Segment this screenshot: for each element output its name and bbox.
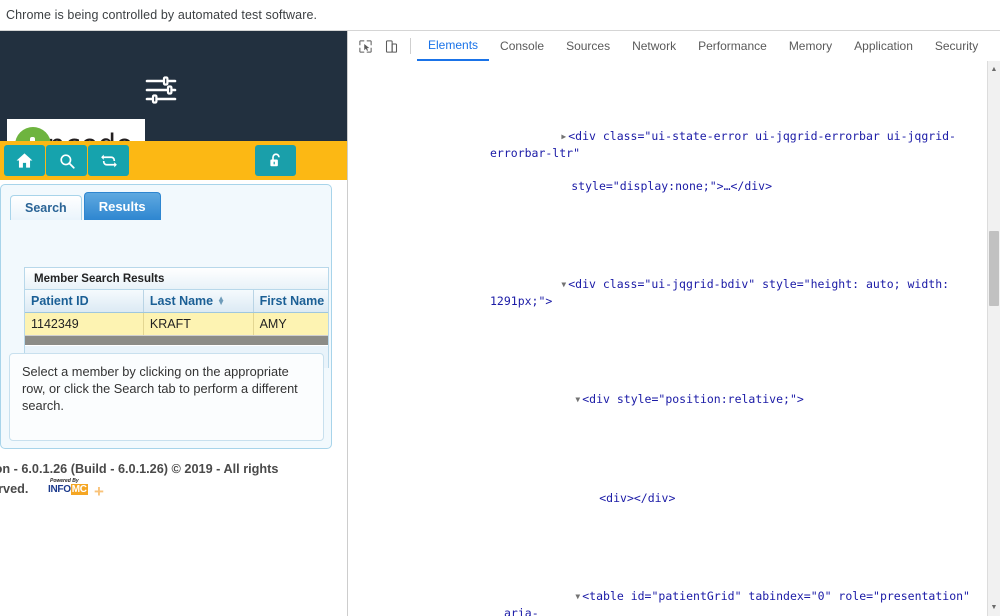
- dom-tree-viewport[interactable]: ▶ <div class="ui-state-error ui-jqgrid-er…: [348, 61, 1000, 616]
- device-toolbar-icon[interactable]: [378, 33, 404, 59]
- tab-security[interactable]: Security: [924, 32, 989, 61]
- cell-patient-id: 1142349: [25, 313, 144, 335]
- table-row[interactable]: 1142349 KRAFT AMY: [25, 313, 328, 336]
- screenshot-root: Chrome is being controlled by automated …: [0, 0, 1000, 616]
- unlock-button[interactable]: [255, 145, 296, 176]
- tab-results[interactable]: Results: [83, 192, 161, 220]
- dom-tree: ▶ <div class="ui-state-error ui-jqgrid-er…: [348, 61, 988, 616]
- devtools-panel: Elements Console Sources Network Perform…: [347, 31, 1000, 616]
- refresh-icon: [100, 154, 117, 167]
- tab-search[interactable]: Search: [10, 195, 82, 220]
- badge-plus-icon: +: [94, 482, 104, 501]
- dom-node-errorbar[interactable]: ▶ <div class="ui-state-error ui-jqgrid-er…: [348, 112, 988, 211]
- devtools-tabbar: Elements Console Sources Network Perform…: [348, 31, 1000, 62]
- tab-performance[interactable]: Performance: [687, 32, 778, 61]
- column-header-patient-id-label: Patient ID: [31, 294, 89, 308]
- tab-strip: Search Results: [10, 192, 161, 220]
- devtools-vertical-scrollbar[interactable]: ▲ ▼: [987, 61, 1000, 616]
- infomc-powered-badge: Powered By INFOMC +: [48, 478, 112, 500]
- app-footer: ersion - 6.0.1.26 (Build - 6.0.1.26) © 2…: [0, 456, 347, 516]
- column-header-last-name-label: Last Name: [149, 294, 214, 308]
- cell-last-name: KRAFT: [144, 313, 254, 335]
- app-header: ncedo ™: [0, 31, 347, 171]
- sort-arrows-icon[interactable]: ▲ ▼: [217, 295, 225, 307]
- automation-infobar-text: Chrome is being controlled by automated …: [6, 8, 318, 22]
- grid-caption: Member Search Results: [25, 268, 328, 290]
- sliders-settings-icon[interactable]: [144, 73, 178, 107]
- scrollbar-thumb[interactable]: [989, 231, 999, 306]
- search-icon: [59, 153, 75, 169]
- collapse-triangle-icon[interactable]: ▼: [573, 589, 582, 605]
- search-button[interactable]: [46, 145, 87, 176]
- tab-network[interactable]: Network: [621, 32, 687, 61]
- cell-first-name: AMY: [259, 317, 287, 331]
- collapse-triangle-icon[interactable]: ▼: [559, 277, 568, 293]
- toolbar-divider: [410, 38, 411, 54]
- web-page-pane: ncedo ™: [0, 31, 347, 616]
- results-panel: Search Results Member Search Results Pat…: [0, 184, 332, 449]
- home-button[interactable]: [4, 145, 45, 176]
- tab-console[interactable]: Console: [489, 32, 555, 61]
- dom-node-relative-div[interactable]: ▼ <div style="position:relative;">: [348, 375, 988, 425]
- column-header-first-name-label: First Name: [259, 294, 325, 308]
- inspect-element-icon[interactable]: [352, 33, 378, 59]
- collapse-triangle-icon[interactable]: ▼: [573, 392, 582, 408]
- tab-elements[interactable]: Elements: [417, 32, 490, 61]
- unlock-padlock-icon: [269, 153, 280, 166]
- tab-memory[interactable]: Memory: [778, 32, 843, 61]
- dom-node-patient-grid-table[interactable]: ▼ <table id="patientGrid" tabindex="0" ro…: [348, 571, 988, 616]
- expand-triangle-icon[interactable]: ▶: [559, 129, 568, 145]
- refresh-button[interactable]: [88, 145, 129, 176]
- badge-infomc-label: INFOMC: [48, 484, 88, 495]
- grid-header-row: Patient ID Last Name ▲ ▼ First Name: [25, 290, 328, 313]
- grid-horizontal-scrollbar[interactable]: [25, 336, 328, 345]
- column-header-patient-id[interactable]: Patient ID: [25, 290, 144, 312]
- tab-application[interactable]: Application: [843, 32, 924, 61]
- scroll-up-arrow-icon[interactable]: ▲: [988, 63, 1000, 76]
- automation-infobar: Chrome is being controlled by automated …: [0, 0, 1000, 31]
- column-header-first-name[interactable]: First Name: [254, 290, 328, 312]
- app-toolbar: [0, 141, 347, 180]
- tab-sources[interactable]: Sources: [555, 32, 621, 61]
- hint-text: Select a member by clicking on the appro…: [22, 364, 298, 413]
- column-header-last-name[interactable]: Last Name ▲ ▼: [144, 290, 254, 312]
- dom-node-empty-div[interactable]: <div></div>: [348, 473, 988, 522]
- dom-node-bdiv[interactable]: ▼ <div class="ui-jqgrid-bdiv" style="heig…: [348, 260, 988, 326]
- tab-lighthouse[interactable]: Lig: [989, 32, 1000, 61]
- scroll-down-arrow-icon[interactable]: ▼: [988, 601, 1000, 614]
- hint-box: Select a member by clicking on the appro…: [9, 353, 324, 441]
- home-icon: [16, 153, 33, 168]
